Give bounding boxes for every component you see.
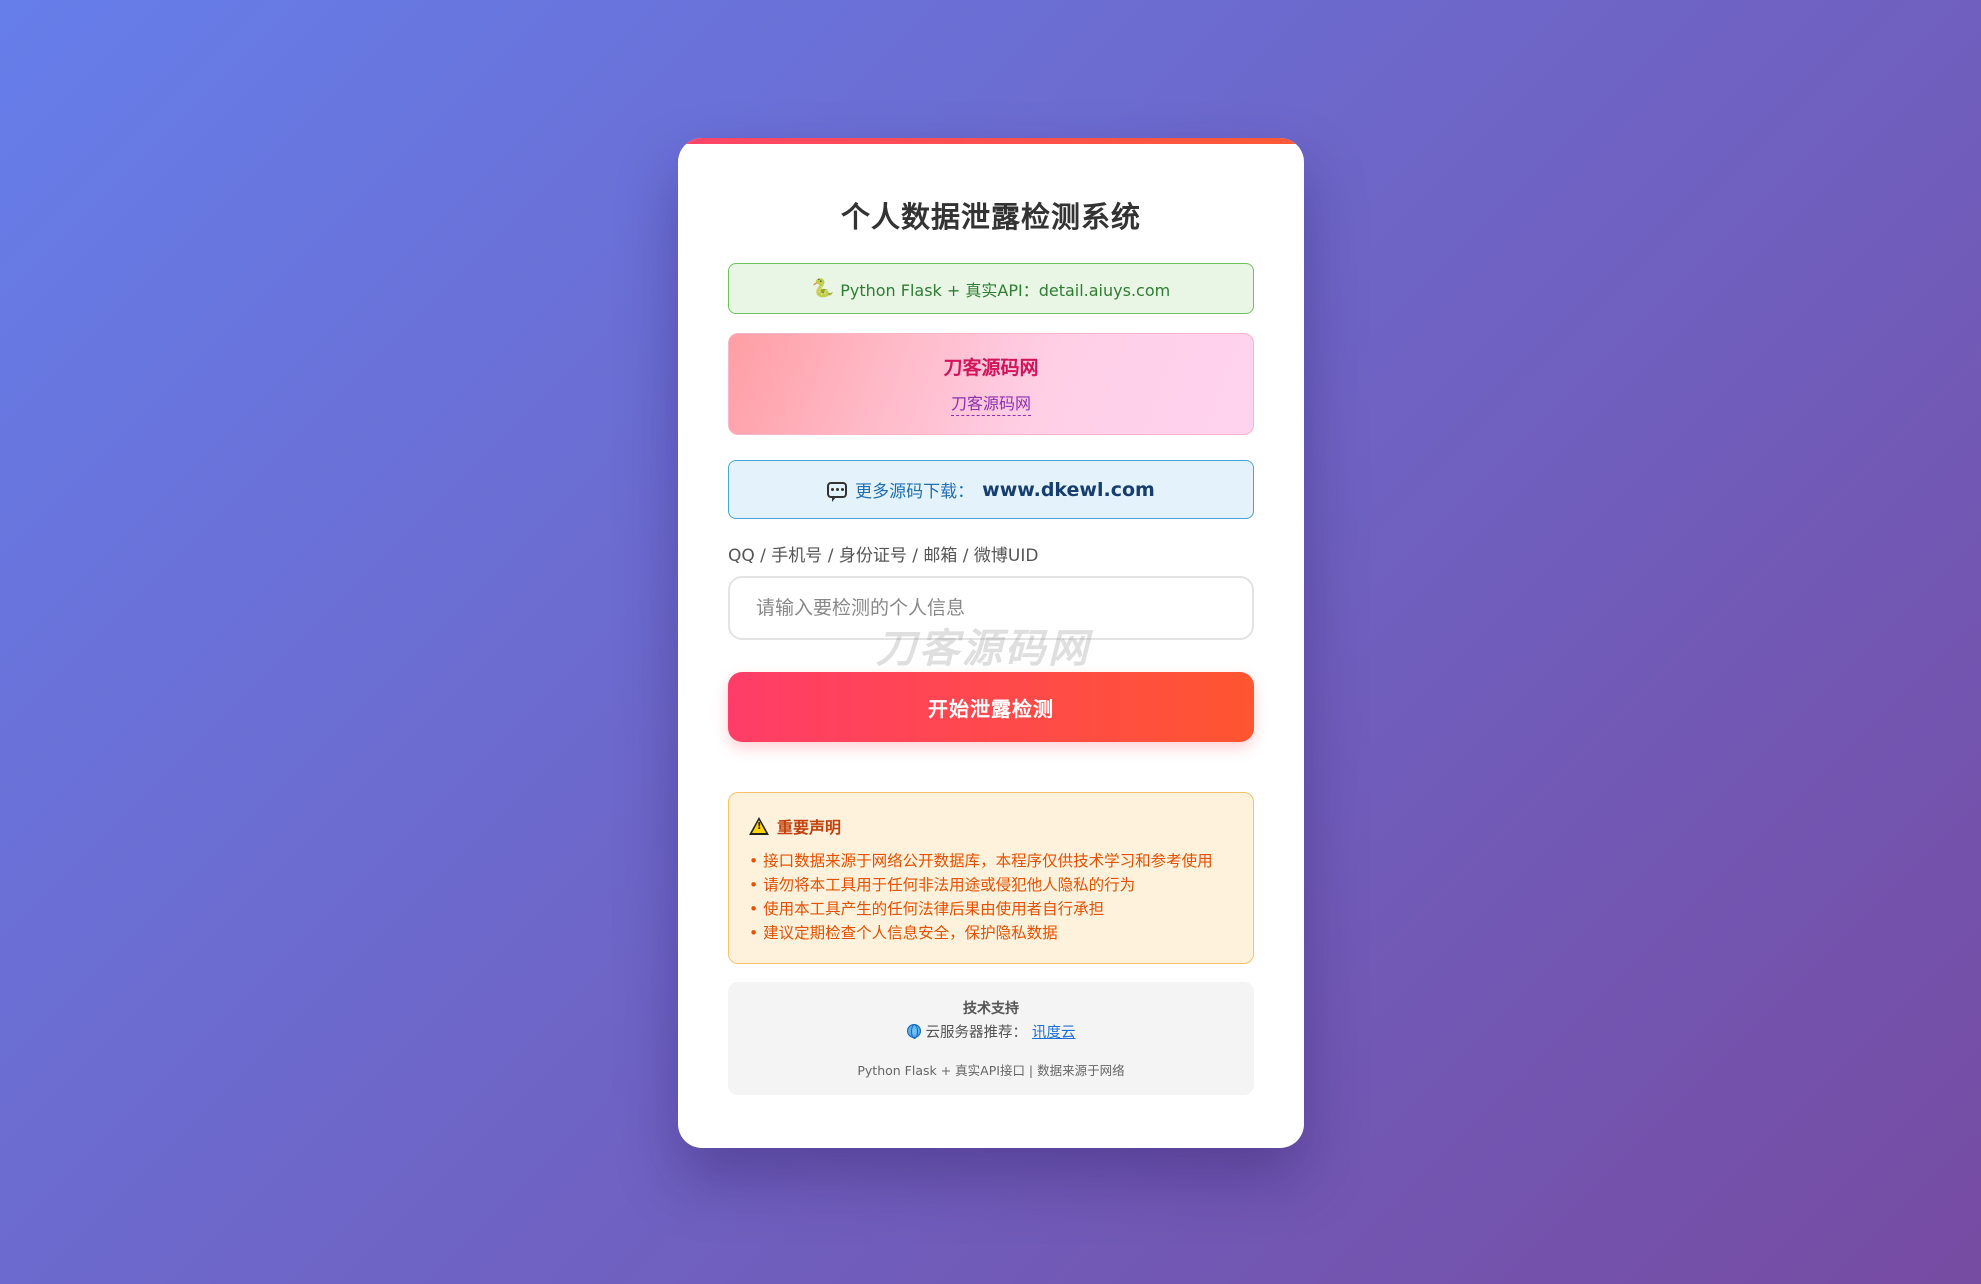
support-title: 技术支持	[963, 1001, 1019, 1017]
list-item: 接口数据来源于网络公开数据库，本程序仅供技术学习和参考使用	[749, 849, 1233, 873]
api-banner: 🐍 Python Flask + 真实API：detail.aiuys.com	[728, 263, 1254, 314]
disclaimer-list: 接口数据来源于网络公开数据库，本程序仅供技术学习和参考使用 请勿将本工具用于任何…	[749, 849, 1233, 945]
list-item: 建议定期检查个人信息安全，保护隐私数据	[749, 921, 1233, 945]
card-accent-bar	[678, 138, 1304, 144]
query-input[interactable]	[728, 576, 1254, 640]
start-detection-button[interactable]: 开始泄露检测	[728, 672, 1254, 742]
brand-name: 刀客源码网	[943, 356, 1039, 379]
list-item: 使用本工具产生的任何法律后果由使用者自行承担	[749, 897, 1233, 921]
server-recommend: 云服务器推荐： 讯度云	[728, 1020, 1254, 1042]
disclaimer-header: 重要声明	[749, 813, 1233, 839]
support-box: 技术支持 云服务器推荐： 讯度云 Python Flask + 真实API接口 …	[728, 982, 1254, 1095]
disclaimer-box: 重要声明 接口数据来源于网络公开数据库，本程序仅供技术学习和参考使用 请勿将本工…	[728, 792, 1254, 964]
brand-banner: 刀客源码网 刀客源码网	[728, 333, 1254, 435]
speech-bubble-icon	[827, 481, 848, 502]
download-prefix: 更多源码下载：	[855, 482, 975, 502]
brand-link[interactable]: 刀客源码网	[950, 390, 1031, 416]
query-input-wrap: 刀客源码网	[728, 576, 1254, 672]
globe-icon	[906, 1024, 921, 1039]
detection-card: 个人数据泄露检测系统 🐍 Python Flask + 真实API：detail…	[678, 138, 1304, 1148]
warning-icon	[749, 817, 769, 835]
list-item: 请勿将本工具用于任何非法用途或侵犯他人隐私的行为	[749, 873, 1233, 897]
footer-text: Python Flask + 真实API接口 | 数据来源于网络	[857, 1063, 1125, 1078]
download-banner: 更多源码下载： www.dkewl.com	[728, 460, 1254, 519]
disclaimer-title: 重要声明	[777, 818, 842, 837]
recommend-link[interactable]: 讯度云	[1032, 1021, 1076, 1042]
page-title: 个人数据泄露检测系统	[840, 200, 1141, 234]
query-label: QQ / 手机号 / 身份证号 / 邮箱 / 微博UID	[728, 546, 1039, 566]
snake-icon: 🐍	[811, 278, 835, 299]
download-url[interactable]: www.dkewl.com	[982, 479, 1155, 501]
api-banner-text: Python Flask + 真实API：detail.aiuys.com	[840, 280, 1171, 300]
recommend-prefix: 云服务器推荐：	[925, 1024, 1028, 1041]
